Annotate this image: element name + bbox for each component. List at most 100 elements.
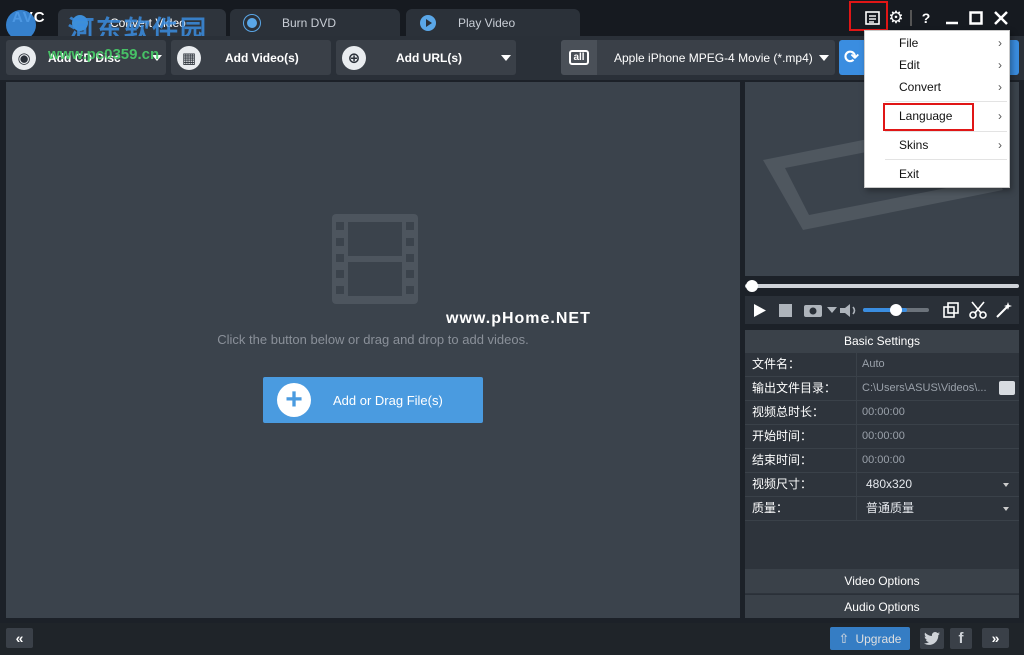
chevron-down-icon: [1003, 483, 1009, 487]
settings-row[interactable]: 输出文件目录： C:\Users\ASUS\Videos\...: [745, 377, 1019, 401]
disc-icon: [244, 14, 260, 31]
menu-item-exit[interactable]: Exit: [865, 163, 1011, 185]
add-url-button[interactable]: ⊕ Add URL(s): [336, 40, 516, 75]
upload-arrow-icon: ⇧: [838, 630, 850, 646]
video-drop-area[interactable]: www.pHome.NET Click the button below or …: [6, 82, 740, 618]
setting-value: Auto: [862, 358, 885, 370]
setting-label: 输出文件目录：: [745, 377, 857, 400]
play-icon[interactable]: [753, 303, 767, 318]
double-chevron-left-icon: «: [15, 630, 24, 646]
settings-row[interactable]: 开始时间： 00:00:00: [745, 425, 1019, 449]
double-chevron-right-icon: »: [991, 630, 1000, 646]
plus-icon: +: [277, 383, 311, 417]
chevron-right-icon: ›: [998, 80, 1002, 94]
video-size-value: 480x320: [866, 477, 913, 491]
video-size-select[interactable]: 480x320: [857, 473, 1019, 496]
help-button[interactable]: ?: [916, 6, 936, 30]
seek-bar[interactable]: [745, 280, 1019, 292]
drop-hint: Click the button below or drag and drop …: [217, 332, 529, 347]
tab-play-video[interactable]: Play Video: [406, 9, 580, 36]
crop-icon[interactable]: [943, 302, 959, 318]
add-video-button[interactable]: ▦ Add Video(s): [171, 40, 331, 75]
settings-row[interactable]: 文件名： Auto: [745, 353, 1019, 377]
convert-button-edge[interactable]: [1010, 40, 1019, 75]
close-button[interactable]: [990, 6, 1012, 30]
video-options-button[interactable]: Video Options: [745, 569, 1019, 593]
upgrade-button[interactable]: ⇧ Upgrade: [830, 627, 910, 650]
settings-row[interactable]: 质量： 普通质量: [745, 497, 1019, 521]
setting-value: C:\Users\ASUS\Videos\...: [857, 377, 1019, 400]
close-icon: [994, 11, 1008, 25]
snapshot-icon[interactable]: [803, 302, 825, 318]
menu-item-label: Edit: [899, 58, 920, 72]
setting-label: 视频尺寸：: [745, 473, 857, 496]
tab-burn-dvd[interactable]: Burn DVD: [230, 9, 400, 36]
watermark-center: www.pHome.NET: [446, 310, 591, 327]
globe-add-icon: ⊕: [342, 45, 366, 70]
twitter-icon: [924, 632, 940, 645]
menu-button-highlight: [849, 1, 888, 31]
setting-label: 开始时间：: [745, 425, 857, 448]
language-highlight: [883, 103, 974, 131]
setting-value: 00:00:00: [862, 454, 905, 466]
tab-label: Play Video: [458, 15, 516, 30]
output-folder-value: C:\Users\ASUS\Videos\...: [862, 382, 987, 394]
menu-item-label: File: [899, 36, 919, 50]
settings-row[interactable]: 视频总时长： 00:00:00: [745, 401, 1019, 425]
expand-right-button[interactable]: »: [982, 628, 1009, 648]
add-drag-files-button[interactable]: + Add or Drag File(s): [263, 377, 483, 423]
tab-label: Burn DVD: [282, 15, 337, 30]
setting-label: 视频总时长：: [745, 401, 857, 424]
twitter-button[interactable]: [920, 628, 944, 649]
convert-button[interactable]: ⟳: [839, 40, 864, 75]
menu-item-convert[interactable]: Convert ›: [865, 76, 1011, 98]
magic-wand-icon[interactable]: [995, 301, 1013, 319]
maximize-button[interactable]: [966, 6, 986, 30]
add-drag-files-label: Add or Drag File(s): [333, 392, 443, 408]
format-all-label: all: [569, 50, 589, 65]
watermark-url: www.pc0359.cn: [48, 46, 160, 63]
volume-icon[interactable]: [840, 303, 860, 318]
setting-label: 结束时间：: [745, 449, 857, 472]
settings-gear-icon[interactable]: ⚙: [886, 6, 906, 30]
chevron-right-icon: ›: [998, 138, 1002, 152]
scissors-icon[interactable]: [969, 301, 987, 319]
chevron-down-icon: [819, 55, 829, 61]
stop-icon[interactable]: [779, 304, 792, 317]
settings-row[interactable]: 视频尺寸： 480x320: [745, 473, 1019, 497]
menu-separator: [885, 131, 1007, 132]
quality-select[interactable]: 普通质量: [857, 497, 1019, 520]
seek-track: [745, 284, 1019, 288]
playback-controls: [745, 296, 1019, 324]
maximize-icon: [969, 11, 983, 25]
volume-handle[interactable]: [890, 304, 902, 316]
film-strip-icon: [332, 214, 418, 304]
output-format-select[interactable]: all Apple iPhone MPEG-4 Movie (*.mp4): [561, 40, 835, 75]
chevron-right-icon: ›: [998, 109, 1002, 123]
menu-item-file[interactable]: File ›: [865, 32, 1011, 54]
menu-separator: [885, 101, 1007, 102]
divider: [910, 10, 912, 26]
menu-item-edit[interactable]: Edit ›: [865, 54, 1011, 76]
collapse-left-button[interactable]: «: [6, 628, 33, 648]
setting-label: 文件名：: [745, 353, 857, 376]
quality-value: 普通质量: [866, 501, 915, 515]
format-value: Apple iPhone MPEG-4 Movie (*.mp4): [614, 50, 813, 65]
seek-handle[interactable]: [746, 280, 758, 292]
folder-open-icon[interactable]: [999, 381, 1015, 395]
audio-options-button[interactable]: Audio Options: [745, 594, 1019, 618]
facebook-button[interactable]: f: [950, 628, 972, 649]
add-url-label: Add URL(s): [396, 50, 462, 65]
add-video-label: Add Video(s): [225, 50, 299, 65]
chevron-right-icon: ›: [998, 58, 1002, 72]
menu-item-label: Exit: [899, 167, 920, 181]
minimize-button[interactable]: [942, 6, 962, 30]
main-menu-dropdown: File › Edit › Convert › Language › Skins › Ex…: [864, 30, 1010, 188]
minimize-icon: [946, 21, 958, 25]
format-icon: all: [561, 40, 597, 75]
menu-item-label: Skins: [899, 138, 929, 152]
chevron-down-icon[interactable]: [827, 307, 837, 313]
settings-row[interactable]: 结束时间： 00:00:00: [745, 449, 1019, 473]
menu-item-skins[interactable]: Skins ›: [865, 134, 1011, 156]
upgrade-label: Upgrade: [855, 631, 902, 646]
